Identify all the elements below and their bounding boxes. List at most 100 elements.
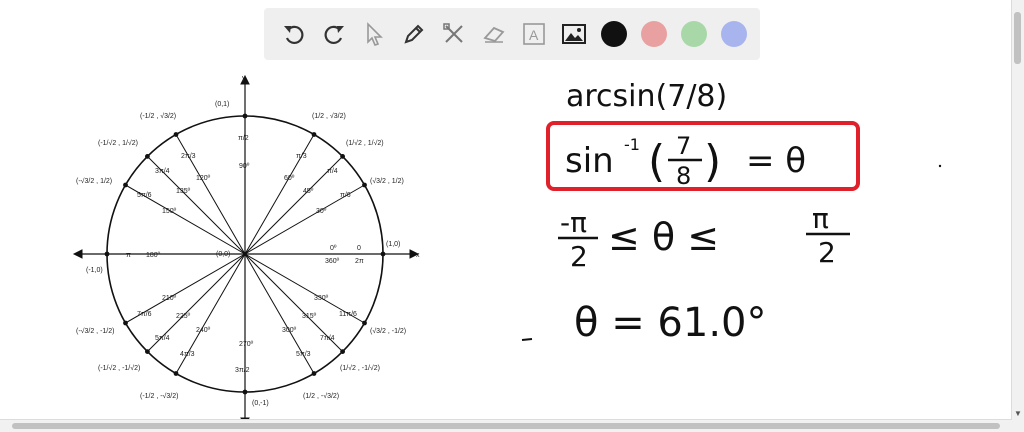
undo-icon (284, 25, 304, 45)
rad-7pi-over-6: 7π/6 (137, 311, 152, 318)
rad-7pi-over-4: 7π/4 (320, 335, 335, 342)
note-left-den: 2 (570, 240, 588, 273)
note-result: θ = 61.0° (574, 300, 766, 346)
horizontal-scrollbar[interactable] (0, 419, 1012, 432)
deg-270: 270º (239, 341, 254, 348)
note-frac-den: 8 (676, 162, 691, 190)
coord-240: (-1/2 , -√3/2) (140, 392, 178, 400)
svg-text:A: A (529, 27, 539, 43)
pointer-icon (367, 22, 383, 46)
unit-circle-labels: x y (0,0) (0,1) (0,-1) (-1,0) (1,0) 90º … (76, 75, 420, 407)
deg-360: 360º (325, 258, 340, 265)
note-open-paren: ( (648, 136, 665, 187)
coord-225: (-1/√2 , -1/√2) (98, 364, 140, 372)
coord-30: (√3/2 , 1/2) (370, 177, 404, 185)
rad-5pi-over-6: 5π/6 (137, 192, 152, 199)
tools-tool[interactable] (434, 14, 474, 54)
deg-60: 60º (284, 175, 295, 182)
pencil-icon (404, 24, 424, 44)
color-black-swatch[interactable] (601, 21, 627, 47)
deg-180: 180º (146, 252, 161, 259)
deg-135: 135º (176, 188, 191, 195)
deg-30: 30º (316, 208, 327, 215)
text-tool[interactable]: A (514, 14, 554, 54)
rad-5pi-over-4: 5π/4 (155, 335, 170, 342)
redo-button[interactable] (314, 14, 354, 54)
rad-3pi-over-2: 3π/2 (235, 367, 250, 374)
handwritten-notes: arcsin(7/8) sin -1 ( 7 8 ) = θ -π 2 ≤ θ … (521, 79, 942, 346)
origin-label: (0,0) (216, 251, 230, 258)
coord-210: (-√3/2 , -1/2) (76, 327, 114, 335)
rad-3pi-over-4: 3π/4 (155, 168, 170, 175)
coord-120: (-1/2 , √3/2) (140, 112, 176, 120)
drawing-toolbar: A (264, 8, 760, 60)
color-green-swatch[interactable] (681, 21, 707, 47)
eraser-icon (483, 26, 505, 43)
color-blue-swatch[interactable] (721, 21, 747, 47)
note-inequality: ≤ θ ≤ (608, 215, 719, 259)
deg-240: 240º (196, 327, 211, 334)
note-right-den: 2 (818, 236, 836, 269)
note-neg-pi: -π (560, 206, 587, 239)
deg-150: 150º (162, 208, 177, 215)
deg-300: 300º (282, 327, 297, 334)
vertical-scroll-thumb[interactable] (1014, 12, 1021, 64)
ink-dot (938, 164, 942, 168)
text-icon: A (523, 23, 545, 45)
horizontal-scroll-thumb[interactable] (12, 423, 1000, 429)
axis-x-label: x (416, 252, 420, 259)
deg-330: 330º (314, 295, 329, 302)
vertical-scrollbar[interactable]: ▼ (1011, 0, 1024, 432)
rad-pi-over-3: π/3 (296, 153, 307, 160)
redo-icon (324, 25, 344, 45)
rad-2pi: 2π (355, 258, 364, 265)
note-sin: sin (565, 141, 614, 181)
deg-0: 0º (330, 245, 337, 252)
note-close-paren: ) (704, 136, 721, 187)
note-inverse-exp: -1 (624, 135, 640, 154)
x-axis-arrow-left (72, 249, 83, 259)
eraser-tool[interactable] (474, 14, 514, 54)
rad-5pi-over-3: 5π/3 (296, 351, 311, 358)
coord-150: (-√3/2 , 1/2) (76, 177, 112, 185)
deg-90: 90º (239, 163, 250, 170)
deg-120: 120º (196, 175, 211, 182)
rad-11pi-over-6: 11π/6 (339, 311, 357, 318)
note-pi: π (812, 202, 829, 235)
scroll-down-arrow[interactable]: ▼ (1012, 408, 1024, 420)
coord-135: (-1/√2 , 1/√2) (98, 139, 138, 147)
deg-45: 45º (303, 188, 314, 195)
ink-stroke (521, 338, 533, 341)
coord-300: (1/2 , -√3/2) (303, 392, 339, 400)
rad-0: 0 (357, 245, 361, 252)
rad-pi: π (126, 252, 131, 259)
coord-330: (√3/2 , -1/2) (370, 327, 406, 335)
bottom-point-label: (0,-1) (252, 400, 269, 407)
rad-pi-over-6: π/6 (340, 192, 351, 199)
pencil-tool[interactable] (394, 14, 434, 54)
rad-2pi-over-3: 2π/3 (181, 153, 196, 160)
rad-4pi-over-3: 4π/3 (180, 351, 195, 358)
coord-60: (1/2 , √3/2) (312, 112, 346, 120)
right-point-label: (1,0) (386, 241, 400, 248)
image-icon (562, 24, 586, 44)
whiteboard-canvas[interactable]: x y (0,0) (0,1) (0,-1) (-1,0) (1,0) 90º … (0, 0, 1024, 432)
pointer-tool[interactable] (354, 14, 394, 54)
coord-315: (1/√2 , -1/√2) (340, 364, 380, 372)
tools-icon (443, 23, 463, 43)
coord-45: (1/√2 , 1/√2) (346, 139, 384, 147)
top-point-label: (0,1) (215, 101, 229, 108)
axis-y-label: y (242, 75, 246, 82)
deg-210: 210º (162, 295, 177, 302)
deg-315: 315º (302, 313, 317, 320)
rad-pi-over-4: π/4 (327, 168, 338, 175)
note-frac-num: 7 (676, 132, 691, 160)
image-tool[interactable] (554, 14, 594, 54)
deg-225: 225º (176, 313, 191, 320)
left-point-label: (-1,0) (86, 267, 103, 274)
note-line-arcsin: arcsin(7/8) (566, 79, 727, 114)
note-equals-theta: = θ (746, 141, 806, 181)
undo-button[interactable] (274, 14, 314, 54)
rad-pi-over-2: π/2 (238, 135, 249, 142)
color-red-swatch[interactable] (641, 21, 667, 47)
